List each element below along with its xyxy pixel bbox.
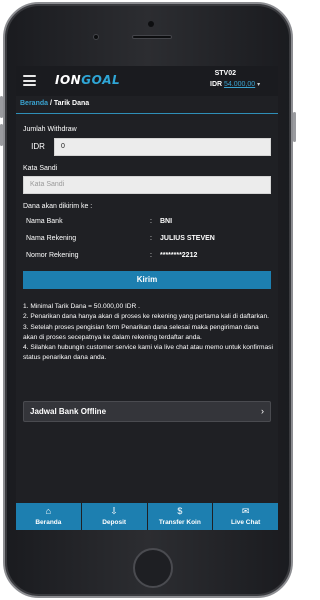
currency-label: IDR — [210, 81, 223, 88]
earpiece-speaker — [132, 35, 172, 39]
menu-icon[interactable] — [23, 75, 36, 86]
sensor-dot — [148, 21, 154, 27]
note-item: 4. Silahkan hubungin customer service ka… — [23, 344, 273, 362]
chat-icon: ✉ — [241, 506, 250, 516]
nav-label: Transfer Koin — [158, 519, 201, 526]
deposit-icon: ⇩ — [110, 506, 118, 516]
nav-item-deposit[interactable]: ⇩ Deposit — [81, 503, 147, 530]
nav-label: Deposit — [102, 519, 127, 526]
balance-amount[interactable]: 54.000,00 — [224, 81, 255, 88]
nav-label: Live Chat — [230, 519, 261, 526]
breadcrumb-home-link[interactable]: Beranda — [20, 100, 48, 107]
bank-offline-schedule-button[interactable]: Jadwal Bank Offline › — [23, 401, 271, 422]
bank-name-value: BNI — [160, 218, 173, 225]
brand-logo[interactable]: IONGOAL — [55, 73, 120, 87]
nav-item-live-chat[interactable]: ✉ Live Chat — [213, 503, 278, 530]
coin-bag-icon: $ — [177, 506, 183, 516]
password-input[interactable]: Kata Sandi — [23, 176, 271, 194]
user-id: STV02 — [214, 70, 236, 77]
amount-currency-prefix: IDR — [31, 142, 45, 151]
account-number-label: Nomor Rekening — [26, 252, 79, 259]
account-number-colon: : — [150, 252, 152, 259]
account-name-value: JULIUS STEVEN — [160, 235, 215, 242]
nav-item-home[interactable]: ⌂ Beranda — [16, 503, 81, 530]
app-screen: IONGOAL STV02 IDR 54.000,00 ▾ Beranda / … — [16, 66, 278, 530]
bank-name-colon: : — [150, 218, 152, 225]
note-item: 1. Minimal Tarik Dana = 50.000,00 IDR . — [23, 303, 140, 310]
withdraw-notes: 1. Minimal Tarik Dana = 50.000,00 IDR . … — [23, 302, 273, 364]
note-item: 2. Penarikan dana hanya akan di proses k… — [23, 313, 269, 321]
nav-item-transfer-coin[interactable]: $ Transfer Koin — [147, 503, 213, 530]
caret-down-icon[interactable]: ▾ — [257, 82, 260, 88]
password-label: Kata Sandi — [23, 165, 58, 172]
bottom-nav: ⌂ Beranda ⇩ Deposit $ Transfer Koin ✉ Li… — [16, 503, 278, 530]
account-number-value: ********2212 — [160, 252, 198, 259]
home-icon: ⌂ — [45, 506, 52, 516]
bank-offline-schedule-label: Jadwal Bank Offline — [30, 407, 107, 416]
amount-input[interactable]: 0 — [54, 138, 271, 156]
bank-name-label: Nama Bank — [26, 218, 63, 225]
volume-up-button — [0, 96, 3, 118]
breadcrumb-current: Tarik Dana — [53, 100, 90, 107]
breadcrumb-divider — [16, 113, 278, 114]
amount-label: Jumlah Withdraw — [23, 126, 77, 133]
volume-down-button — [0, 124, 3, 146]
power-button — [293, 112, 296, 142]
front-camera — [93, 34, 99, 40]
app-header: IONGOAL STV02 IDR 54.000,00 ▾ — [16, 66, 278, 96]
submit-withdraw-button[interactable]: Kirim — [23, 271, 271, 289]
account-name-colon: : — [150, 235, 152, 242]
nav-label: Beranda — [35, 519, 62, 526]
destination-label: Dana akan dikirim ke : — [23, 203, 93, 210]
home-button[interactable] — [133, 548, 173, 588]
breadcrumb: Beranda / Tarik Dana — [20, 100, 90, 107]
account-name-label: Nama Rekening — [26, 235, 77, 242]
balance-display[interactable]: IDR 54.000,00 ▾ — [210, 81, 260, 88]
note-item: 3. Setelah proses pengisian form Penarik… — [23, 323, 259, 341]
chevron-right-icon: › — [261, 406, 264, 416]
